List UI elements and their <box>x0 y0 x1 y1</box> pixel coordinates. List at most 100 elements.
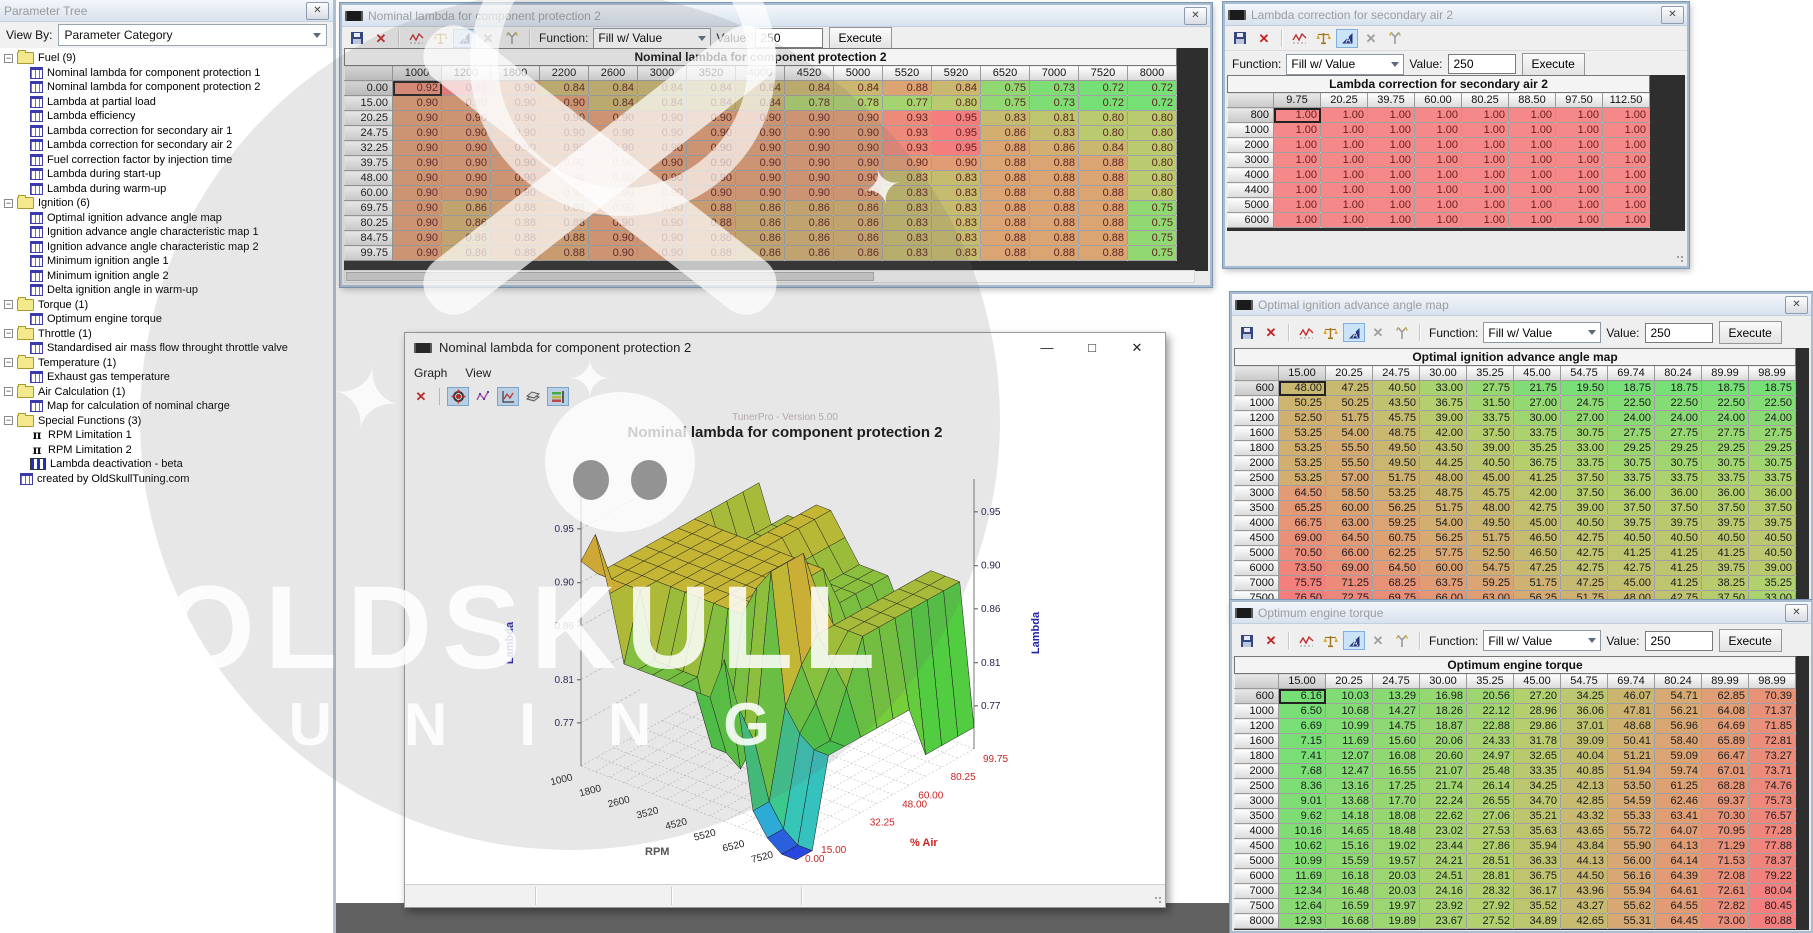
table-cell[interactable]: 1.00 <box>1415 183 1462 198</box>
execute-button[interactable]: Execute <box>1719 321 1782 344</box>
row-header[interactable]: 80.25 <box>345 216 393 231</box>
table-cell[interactable]: 36.75 <box>1420 396 1467 411</box>
table-cell[interactable]: 0.90 <box>883 156 932 171</box>
column-header[interactable]: 2200 <box>540 66 589 81</box>
table-cell[interactable]: 48.00 <box>1279 381 1326 396</box>
table-cell[interactable]: 68.28 <box>1702 779 1749 794</box>
table-cell[interactable]: 0.88 <box>540 216 589 231</box>
table-cell[interactable]: 0.90 <box>442 156 491 171</box>
tree-item[interactable]: −Special Functions (3) <box>4 414 333 429</box>
table-cell[interactable]: 62.46 <box>1655 794 1702 809</box>
table-cell[interactable]: 0.88 <box>981 216 1030 231</box>
table-cell[interactable]: 27.75 <box>1702 426 1749 441</box>
row-header[interactable]: 2500 <box>1235 471 1279 486</box>
column-header[interactable]: 5000 <box>834 66 883 81</box>
row-header[interactable]: 800 <box>1228 108 1274 123</box>
function-select[interactable]: Fill w/ Value <box>1483 322 1601 343</box>
table-cell[interactable]: 48.00 <box>1420 471 1467 486</box>
table-cell[interactable]: 0.84 <box>589 96 638 111</box>
column-header[interactable]: 89.99 <box>1702 366 1749 381</box>
table-cell[interactable]: 48.68 <box>1608 719 1655 734</box>
value-input[interactable]: 250 <box>1645 323 1713 343</box>
table-cell[interactable]: 55.62 <box>1608 899 1655 914</box>
table-cell[interactable]: 62.25 <box>1373 546 1420 561</box>
table-cell[interactable]: 66.75 <box>1279 516 1326 531</box>
save-icon[interactable] <box>1229 29 1251 48</box>
tree-item[interactable]: πRPM Limitation 1 <box>4 428 333 443</box>
column-header[interactable]: 2600 <box>589 66 638 81</box>
table-cell[interactable]: 39.75 <box>1702 561 1749 576</box>
table-cell[interactable]: 0.84 <box>736 96 785 111</box>
table-cell[interactable]: 14.65 <box>1326 824 1373 839</box>
table-cell[interactable]: 0.90 <box>785 126 834 141</box>
row-header[interactable]: 4500 <box>1235 839 1279 854</box>
table-cell[interactable]: 0.90 <box>736 156 785 171</box>
row-header[interactable]: 1600 <box>1235 734 1279 749</box>
table-cell[interactable]: 55.72 <box>1608 824 1655 839</box>
table-cell[interactable]: 1.00 <box>1462 108 1509 123</box>
column-header[interactable]: 9.75 <box>1274 93 1321 108</box>
table-cell[interactable]: 0.90 <box>638 201 687 216</box>
table-cell[interactable]: 29.86 <box>1514 719 1561 734</box>
table-cell[interactable]: 43.84 <box>1561 839 1608 854</box>
table-cell[interactable]: 1.00 <box>1415 168 1462 183</box>
row-header[interactable]: 4500 <box>1235 531 1279 546</box>
table-cell[interactable]: 1.00 <box>1274 213 1321 228</box>
table-cell[interactable]: 71.29 <box>1702 839 1749 854</box>
table-cell[interactable]: 0.80 <box>1128 156 1177 171</box>
row-header[interactable]: 39.75 <box>345 156 393 171</box>
table-cell[interactable]: 51.75 <box>1326 411 1373 426</box>
table-cell[interactable]: 0.90 <box>638 216 687 231</box>
table-cell[interactable]: 0.90 <box>785 141 834 156</box>
table-cell[interactable]: 24.00 <box>1608 411 1655 426</box>
table-cell[interactable]: 0.83 <box>883 186 932 201</box>
table-cell[interactable]: 0.90 <box>442 96 491 111</box>
table-cell[interactable]: 23.02 <box>1420 824 1467 839</box>
tree-item[interactable]: Ignition advance angle characteristic ma… <box>4 225 333 240</box>
table-cell[interactable]: 64.08 <box>1702 704 1749 719</box>
table-cell[interactable]: 22.88 <box>1467 719 1514 734</box>
table-cell[interactable]: 33.00 <box>1420 381 1467 396</box>
table-cell[interactable]: 0.90 <box>540 126 589 141</box>
table-cell[interactable]: 0.75 <box>1128 216 1177 231</box>
table-cell[interactable]: 0.90 <box>638 156 687 171</box>
table-cell[interactable]: 72.81 <box>1749 734 1796 749</box>
delete-icon[interactable]: ✕ <box>370 29 392 48</box>
table-cell[interactable]: 43.27 <box>1561 899 1608 914</box>
table-cell[interactable]: 0.90 <box>638 126 687 141</box>
table-cell[interactable]: 0.84 <box>638 96 687 111</box>
tree-item[interactable]: Optimum engine torque <box>4 312 333 327</box>
column-header[interactable]: 4000 <box>736 66 785 81</box>
row-header[interactable]: 3000 <box>1235 794 1279 809</box>
tree-item[interactable]: −Throttle (1) <box>4 327 333 342</box>
table-cell[interactable]: 67.01 <box>1702 764 1749 779</box>
row-header[interactable]: 3500 <box>1235 501 1279 516</box>
trace-icon[interactable] <box>1295 323 1317 342</box>
table-cell[interactable]: 28.32 <box>1467 884 1514 899</box>
table-cell[interactable]: 0.90 <box>589 141 638 156</box>
table-cell[interactable]: 1.00 <box>1415 123 1462 138</box>
row-header[interactable]: 5000 <box>1235 854 1279 869</box>
axis-x-icon[interactable]: ✕ <box>1367 323 1389 342</box>
table-cell[interactable]: 0.90 <box>638 111 687 126</box>
table-cell[interactable]: 22.24 <box>1420 794 1467 809</box>
column-header[interactable]: 89.99 <box>1702 674 1749 689</box>
table-cell[interactable]: 71.85 <box>1749 719 1796 734</box>
table-cell[interactable]: 0.80 <box>1128 111 1177 126</box>
table-cell[interactable]: 0.90 <box>834 156 883 171</box>
tree-item[interactable]: Standardised air mass flow throught thro… <box>4 341 333 356</box>
table-cell[interactable]: 35.21 <box>1514 809 1561 824</box>
table-cell[interactable]: 31.78 <box>1514 734 1561 749</box>
tree-item[interactable]: −Air Calculation (1) <box>4 385 333 400</box>
table-cell[interactable]: 24.00 <box>1655 411 1702 426</box>
trace-icon[interactable] <box>405 29 427 48</box>
table-cell[interactable]: 35.25 <box>1749 576 1796 591</box>
table-cell[interactable]: 42.65 <box>1561 914 1608 929</box>
scales-icon[interactable] <box>1319 323 1341 342</box>
tree-item[interactable]: created by OldSkullTuning.com <box>4 472 333 487</box>
table-cell[interactable]: 35.25 <box>1514 441 1561 456</box>
table-cell[interactable]: 6.50 <box>1279 704 1326 719</box>
table-cell[interactable]: 0.83 <box>932 231 981 246</box>
table-cell[interactable]: 51.75 <box>1514 576 1561 591</box>
save-icon[interactable] <box>1236 631 1258 650</box>
